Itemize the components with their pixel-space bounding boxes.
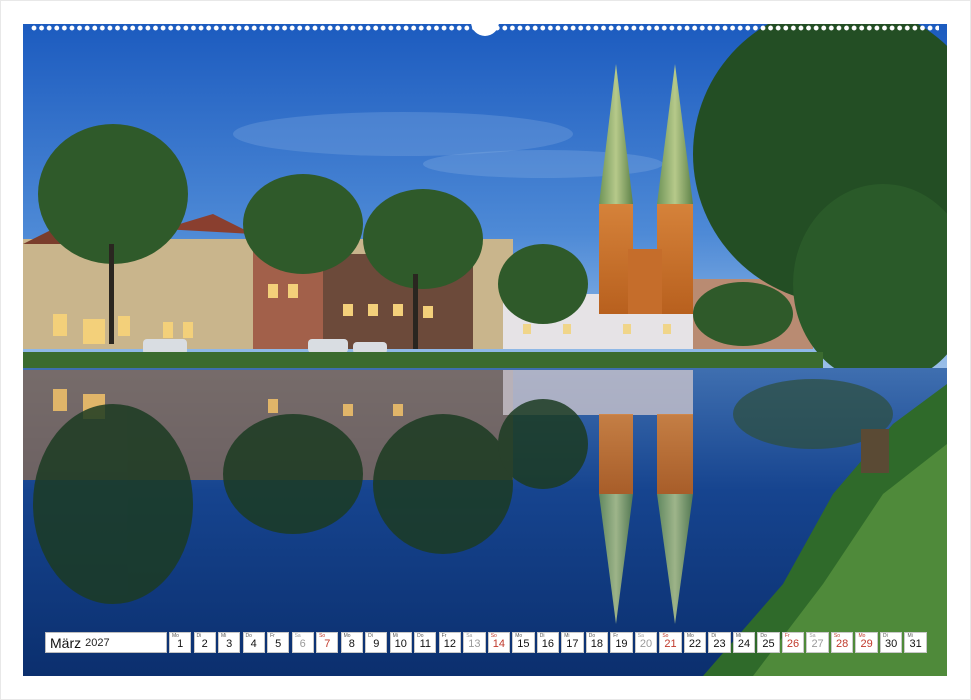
day-number: 11 [419,638,432,650]
day-number: 14 [492,638,505,650]
day-number: 1 [177,638,184,650]
day-number: 27 [811,638,824,650]
day-number: 12 [443,638,456,650]
day-number: 20 [639,638,653,650]
day-cell: Mo 8 [340,632,363,653]
day-cell: Do 25 [757,632,780,653]
day-number: 16 [541,638,555,650]
day-cell: Mi 17 [561,632,584,653]
day-cell: Fr 12 [438,632,461,653]
day-number: 19 [615,638,628,650]
day-number: 21 [664,638,677,650]
photo-luebeck-cathedral [23,24,947,676]
day-number: 25 [762,638,775,650]
day-cell: Do 11 [414,632,437,653]
day-number: 5 [275,638,282,650]
calendar-strip: März 2027 Mo 1 Di 2 Mi 3 Do 4 Fr 5 Sa 6 So 7 Mo 8 Di 9 Mi 1… [45,632,927,655]
day-cell: Mi 31 [904,632,927,653]
day-number: 23 [713,638,726,650]
day-cell: Fr 5 [267,632,290,653]
day-number: 30 [884,638,898,650]
day-number: 31 [909,638,922,650]
day-cell: Di 23 [708,632,731,653]
day-number: 7 [324,638,331,650]
day-number: 4 [250,638,257,650]
day-number: 10 [394,638,407,650]
day-number: 28 [835,638,849,650]
day-cell: So 14 [487,632,511,653]
day-cell: Do 4 [242,632,265,653]
day-cell: So 7 [316,632,339,653]
day-number: 15 [517,638,530,650]
day-cell: Fr 26 [781,632,805,653]
day-cell: So 28 [830,632,854,653]
day-cell: Mi 3 [218,632,241,653]
month-name: März [50,634,82,651]
day-number: 18 [590,638,604,650]
day-cell: Do 18 [585,632,609,653]
day-cell: Di 30 [879,632,903,653]
day-cell: Fr 19 [610,632,633,653]
day-cell: Sa 27 [806,632,829,653]
day-cell: Mo 22 [683,632,707,653]
day-cell: So 21 [659,632,682,653]
day-cell: Mi 24 [732,632,756,653]
day-number: 26 [786,638,800,650]
day-number: 17 [566,638,579,650]
day-cell: Mo 29 [855,632,878,653]
day-number: 13 [468,638,481,650]
day-number: 8 [348,638,355,650]
day-number: 29 [860,638,873,650]
day-number: 6 [299,638,306,650]
day-number: 2 [201,638,208,650]
day-number: 3 [226,638,233,650]
day-cell: Sa 13 [463,632,486,653]
month-year: 2027 [85,636,110,649]
day-cell: Mi 10 [389,632,412,653]
day-number: 22 [688,638,702,650]
day-cell: Di 2 [193,632,216,653]
calendar-page: März 2027 Mo 1 Di 2 Mi 3 Do 4 Fr 5 Sa 6 So 7 Mo 8 Di 9 Mi 1… [0,0,971,700]
day-cell: Sa 6 [291,632,314,653]
day-cell: Mo 15 [512,632,535,653]
day-number: 9 [373,638,380,650]
day-cell: Di 9 [365,632,388,653]
day-cells: Mo 1 Di 2 Mi 3 Do 4 Fr 5 Sa 6 So 7 Mo 8 Di 9 Mi 10 Do 11 Fr 12 S… [169,632,927,655]
month-label-box: März 2027 [45,632,167,653]
day-number: 24 [737,638,751,650]
day-cell: Di 16 [536,632,560,653]
day-cell: Mo 1 [169,632,192,653]
day-cell: Sa 20 [634,632,658,653]
